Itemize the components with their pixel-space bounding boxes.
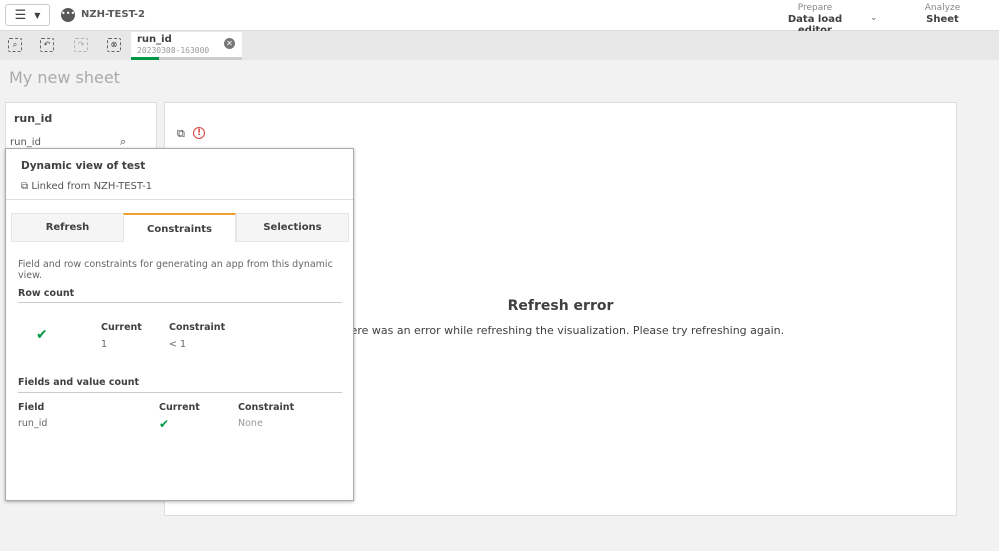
tab-constraints[interactable]: Constraints [123,213,236,242]
row-constraint-label: Constraint [169,322,226,333]
hamburger-icon: ☰ [14,7,27,23]
step-forward-icon[interactable]: ↷ [74,38,88,52]
field-constraint: None [238,418,263,429]
chevron-down-icon[interactable]: ⌄ [870,13,878,23]
smart-search-icon[interactable]: ⌕ [8,38,22,52]
prepare-label: Prepare [797,3,833,13]
col-constraint: Constraint [238,402,295,413]
filter-search-input[interactable]: run_id [10,137,41,148]
fields-heading: Fields and value count [18,377,140,388]
close-icon[interactable]: ✕ [224,38,235,49]
tab-selections[interactable]: Selections [236,213,349,242]
check-icon: ✔ [159,417,170,431]
tab-refresh[interactable]: Refresh [11,213,124,242]
nav-analyze[interactable]: Analyze Sheet [886,3,999,34]
analyze-label: Analyze [924,3,961,13]
dynamic-view-popover: Dynamic view of test ⧉ Linked from NZH-T… [5,148,354,501]
search-icon[interactable]: ⌕ [120,135,126,149]
link-icon: ⧉ [21,181,32,192]
row-current-label: Current [101,322,142,333]
step-back-icon[interactable]: ↶ [40,38,54,52]
row-current-value: 1 [101,339,108,350]
analyze-value: Sheet [926,14,959,25]
selection-value: 20230308-163000 [137,46,210,55]
row-count-heading: Row count [18,288,75,299]
check-icon: ✔ [36,327,48,343]
selection-bar [131,57,242,60]
field-name: run_id [18,418,48,429]
caret-down-icon: ▼ [34,10,41,20]
linked-text: Linked from NZH-TEST-1 [31,181,153,192]
menu-button[interactable]: ☰ ▼ [5,4,50,26]
row-constraint-value: < 1 [169,339,187,350]
popover-title: Dynamic view of test [21,160,146,172]
description: Field and row constraints for generating… [18,259,333,281]
sheet-title: My new sheet [9,68,120,87]
linked-from: ⧉ Linked from NZH-TEST-1 [21,181,152,192]
app-icon: ••• [61,8,75,22]
error-icon[interactable]: ! [193,127,205,139]
link-icon[interactable]: ⧉ [177,127,185,141]
col-field: Field [18,402,45,413]
selection-field: run_id [137,34,172,45]
filter-title: run_id [14,112,53,125]
app-name: NZH-TEST-2 [81,9,145,20]
col-current: Current [159,402,200,413]
selection-chip[interactable]: run_id 20230308-163000 ✕ [131,32,242,60]
clear-selections-icon[interactable]: ⊗ [107,38,121,52]
